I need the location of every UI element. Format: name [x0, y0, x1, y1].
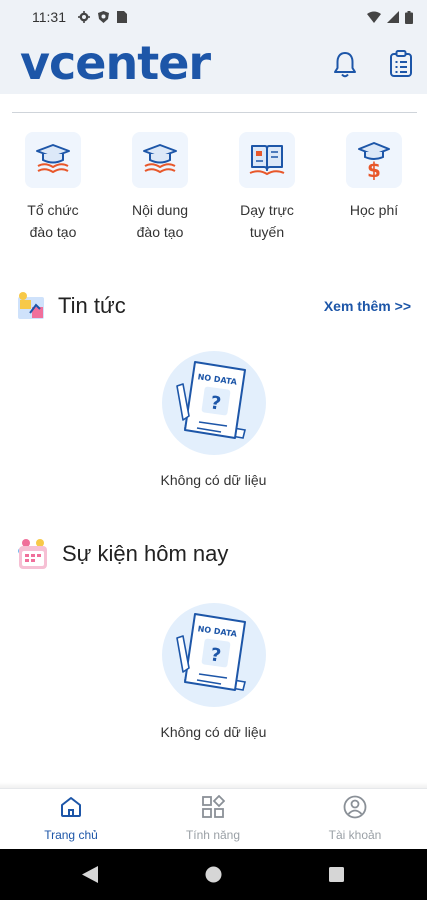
nav-account-label: Tài khoản — [328, 828, 382, 842]
grid-icon — [202, 794, 226, 818]
status-icons-left — [78, 11, 127, 23]
feature-label: Nội dung đào tạo — [131, 202, 189, 240]
feature-icon-box: $ — [346, 132, 402, 188]
feature-icon-box — [25, 132, 81, 188]
battery-icon — [405, 10, 413, 24]
nav-home[interactable]: Trang chủ — [0, 795, 142, 842]
wifi-icon — [367, 11, 381, 23]
news-icon — [18, 292, 44, 319]
news-empty-text: Không có dữ liệu — [160, 472, 267, 488]
clipboard-icon[interactable] — [389, 50, 413, 78]
no-data-illustration: NO DATA ? — [161, 351, 266, 455]
nav-features[interactable]: Tính năng — [142, 794, 284, 842]
calendar-icon — [18, 539, 47, 569]
feature-icon-box — [239, 132, 295, 188]
app-header: vcenter — [0, 34, 427, 94]
feature-day-truc-tuyen[interactable]: Dạy trực tuyến — [217, 132, 317, 243]
news-title: Tin tức — [58, 293, 126, 318]
feature-icon-box — [132, 132, 188, 188]
news-section-header: Tin tức Xem thêm >> — [16, 288, 411, 324]
sim-card-icon — [117, 11, 127, 23]
status-bar: 11:31 — [0, 0, 427, 34]
svg-text:$: $ — [367, 158, 381, 180]
feature-to-chuc-dao-tao[interactable]: Tổ chức đào tạo — [3, 132, 103, 243]
home-icon — [61, 797, 81, 817]
feature-label: Học phí — [349, 202, 399, 218]
nav-account[interactable]: Tài khoản — [284, 795, 426, 842]
news-see-more-link[interactable]: Xem thêm >> — [324, 298, 411, 314]
graduation-book-icon — [143, 144, 177, 174]
events-empty-state: NO DATA ? Không có dữ liệu — [0, 600, 427, 740]
app-logo: vcenter — [20, 36, 211, 90]
graduation-book-icon — [36, 144, 70, 174]
home-button-icon[interactable] — [205, 866, 222, 883]
status-icons-right — [367, 10, 413, 24]
header-divider — [12, 112, 417, 113]
feature-noi-dung-dao-tao[interactable]: Nội dung đào tạo — [110, 132, 210, 243]
settings-icon — [78, 11, 90, 23]
feature-hoc-phi[interactable]: $ Học phí — [324, 132, 424, 221]
system-nav-bar — [0, 849, 427, 900]
news-empty-state: NO DATA ? Không có dữ liệu — [0, 348, 427, 488]
feature-grid: Tổ chức đào tạo Nội dung đào tạo Dạy trự… — [0, 132, 427, 252]
notification-bell-icon[interactable] — [332, 51, 358, 79]
back-icon[interactable] — [82, 866, 98, 883]
recents-icon[interactable] — [329, 867, 344, 882]
feature-label: Tổ chức đào tạo — [27, 202, 79, 240]
events-empty-text: Không có dữ liệu — [160, 724, 267, 740]
shield-icon — [98, 11, 109, 23]
tuition-fee-icon: $ — [358, 142, 390, 180]
nav-home-label: Trang chủ — [44, 828, 98, 842]
no-data-illustration: NO DATA ? — [161, 603, 266, 707]
events-title: Sự kiện hôm nay — [62, 541, 229, 566]
account-icon — [343, 795, 367, 819]
events-section-header: Sự kiện hôm nay — [16, 536, 411, 572]
feature-label: Dạy trực tuyến — [240, 202, 294, 240]
bottom-nav: Trang chủ Tính năng Tài khoản — [0, 788, 427, 849]
status-time: 11:31 — [32, 9, 66, 25]
signal-icon — [387, 11, 399, 23]
nav-features-label: Tính năng — [185, 828, 241, 842]
open-book-icon — [249, 145, 285, 176]
